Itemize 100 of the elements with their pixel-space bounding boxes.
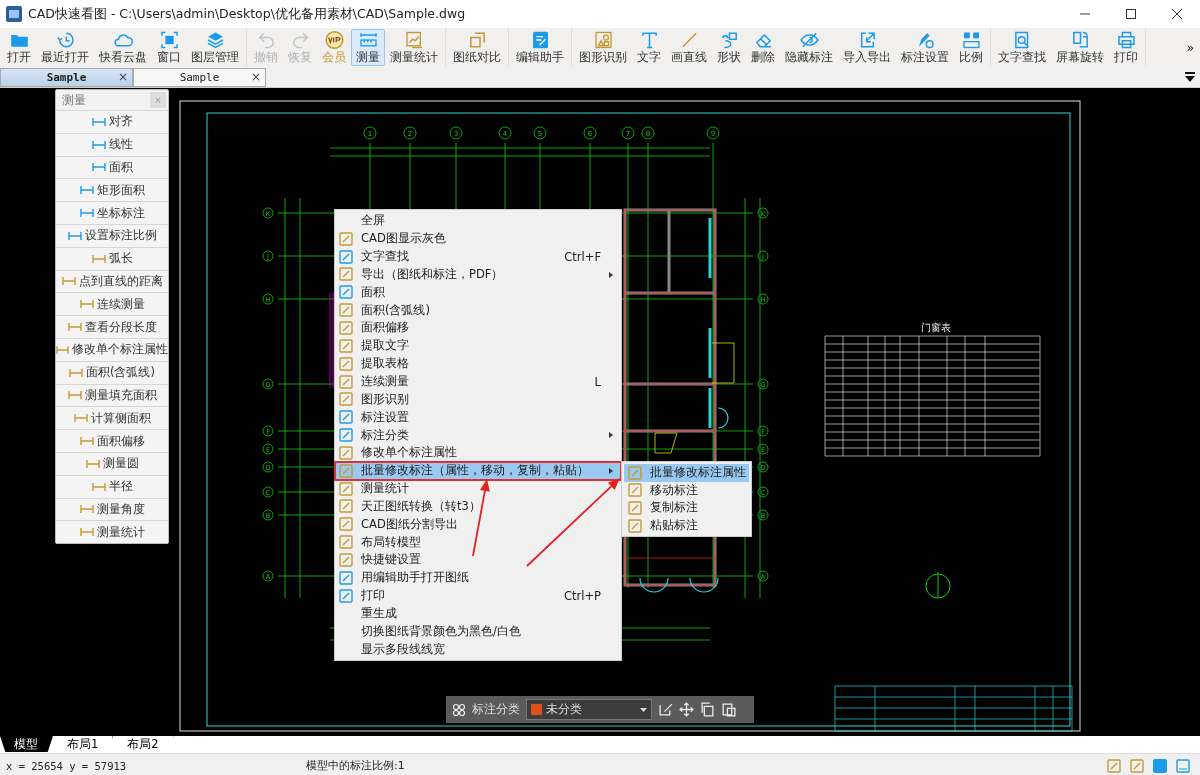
toolbar-button[interactable]: 导入导出 <box>838 29 896 66</box>
dimension-line-icon <box>79 298 94 311</box>
window-title: CAD快速看图 - C:\Users\admin\Desktop\优化备用素材\CAD\Sample.dwg <box>28 5 467 23</box>
toolbar-button[interactable]: 比例 <box>954 29 988 66</box>
menu-item[interactable]: CAD图显示灰色 <box>335 229 621 248</box>
measure-tool-button[interactable]: 测量统计 <box>56 520 168 544</box>
category-dropdown[interactable]: 未分类 <box>526 699 652 720</box>
dimension-line-icon <box>79 435 94 448</box>
menu-item[interactable]: 连续测量 L <box>335 372 621 391</box>
menu-item[interactable]: 面积(含弧线) <box>335 301 621 320</box>
menu-item[interactable]: 全屏 <box>335 212 621 230</box>
menu-item[interactable]: 提取表格 <box>335 354 621 373</box>
tab-close-button[interactable]: × <box>117 70 128 84</box>
menu-item[interactable]: 批量修改标注属性 <box>624 464 749 482</box>
framed-square-icon <box>339 285 353 300</box>
menu-item[interactable]: 粘贴标注 <box>624 516 749 535</box>
framed-square-icon <box>339 517 353 532</box>
dimension-line-icon <box>91 138 106 151</box>
menu-item[interactable]: 快捷键设置 <box>335 551 621 569</box>
framed-square-icon <box>339 463 353 478</box>
cursor-coordinates: x = 25654 y = 57913 <box>5 759 128 772</box>
framed-square-icon <box>339 267 353 282</box>
menu-item[interactable]: CAD图纸分割导出 <box>335 515 621 534</box>
toolbar-button[interactable]: 打印 <box>1109 29 1143 66</box>
panel-title: 测量 <box>62 92 86 108</box>
shapes-icon <box>592 30 614 50</box>
menu-item[interactable]: 切换图纸背景颜色为黑色/白色 <box>335 622 621 641</box>
toolbar-button[interactable]: 文字 <box>632 29 666 66</box>
ruler-icon <box>357 30 379 50</box>
framed-square-icon <box>339 535 353 550</box>
toolbar-button[interactable]: 画直线 <box>666 29 712 66</box>
toolbar-button[interactable]: 形状 <box>712 29 746 66</box>
framed-square-icon <box>339 410 353 425</box>
framed-square-icon <box>339 231 353 246</box>
maximize-icon[interactable] <box>1125 8 1137 20</box>
dimension-line-icon <box>67 389 82 402</box>
close-icon[interactable] <box>1171 8 1183 20</box>
dimension-line-icon <box>79 184 94 197</box>
menu-item[interactable]: 重生成 <box>335 604 621 623</box>
menu-item[interactable]: 批量修改标注（属性，移动，复制，粘贴） <box>335 461 621 480</box>
menu-item[interactable]: 天正图纸转换（转t3） <box>335 497 621 516</box>
toolbar-button[interactable]: 屏幕旋转 <box>1051 29 1109 66</box>
menu-item[interactable]: 显示多段线线宽 <box>335 640 621 659</box>
framed-square-icon <box>339 392 353 407</box>
toolbar-button[interactable]: 快看云盘 <box>94 29 152 66</box>
menu-item[interactable]: 面积偏移 <box>335 319 621 337</box>
toolbar-button[interactable]: 图形识别 <box>574 29 632 66</box>
dimension-line-icon <box>69 366 83 379</box>
toolbar-button[interactable]: 窗口 <box>152 29 186 66</box>
toolbar-button[interactable]: 删除 <box>746 29 780 66</box>
menu-item[interactable]: 导出（图纸和标注，PDF） <box>335 265 621 284</box>
document-tab[interactable]: Sample × <box>133 68 266 87</box>
more-tools-button[interactable]: » <box>1180 40 1200 55</box>
menu-item[interactable]: 标注分类 <box>335 426 621 444</box>
menu-item[interactable]: 图形识别 <box>335 390 621 409</box>
dimension-line-icon <box>91 480 106 493</box>
menu-item[interactable]: 面积 <box>335 283 621 302</box>
menu-item[interactable]: 提取文字 <box>335 336 621 355</box>
dimension-line-icon <box>67 229 82 242</box>
dimension-line-icon <box>79 503 94 516</box>
copy-icon[interactable] <box>700 702 715 717</box>
toolbar-button[interactable]: 文字查找 <box>993 29 1051 66</box>
framed-square-icon <box>628 501 642 515</box>
toolbar-button[interactable]: 编辑助手 <box>511 29 569 66</box>
grid-icon[interactable] <box>452 702 466 717</box>
framed-square-icon <box>339 428 353 443</box>
menu-item[interactable]: 测量统计 <box>335 479 621 498</box>
dimension-line-icon <box>56 343 69 356</box>
chart-icon <box>403 30 425 50</box>
eye-icon <box>798 30 820 50</box>
menu-item[interactable]: 复制标注 <box>624 499 749 517</box>
layout-tab[interactable]: 模型 <box>0 736 53 752</box>
toolbar-button[interactable]: 测量统计 <box>385 29 443 66</box>
framed-square-icon <box>339 321 353 335</box>
menu-item[interactable]: 打印 Ctrl+P <box>335 586 621 605</box>
document-tab[interactable]: Sample × <box>0 68 133 87</box>
toolbar-button[interactable]: 图纸对比 <box>448 29 506 66</box>
toolbar-button[interactable]: 打开 <box>2 29 36 66</box>
document-icon <box>1107 758 1121 773</box>
framed-square-icon <box>628 483 642 498</box>
edit-icon[interactable] <box>658 702 673 717</box>
menu-item[interactable]: 修改单个标注属性 <box>335 443 621 462</box>
tile-icon[interactable] <box>1153 758 1167 773</box>
menu-item[interactable]: 标注设置 <box>335 408 621 427</box>
menu-item[interactable]: 布局转模型 <box>335 533 621 552</box>
framed-square-icon <box>339 249 353 264</box>
framed-square-icon <box>628 518 642 533</box>
menu-item[interactable]: 移动标注 <box>624 481 749 500</box>
toolbar-button[interactable]: 标注设置 <box>896 29 954 66</box>
paste-icon[interactable] <box>721 702 736 717</box>
menu-item[interactable]: 文字查找 Ctrl+F <box>335 247 621 266</box>
menu-item[interactable]: 用编辑助手打开图纸 <box>335 568 621 587</box>
tab-close-button[interactable]: × <box>250 70 261 84</box>
toolbar-button[interactable]: 隐藏标注 <box>780 29 838 66</box>
move-icon[interactable] <box>679 702 694 717</box>
framed-square-icon <box>628 465 642 480</box>
toolbar-button[interactable]: 图层管理 <box>186 29 244 66</box>
toolbar-button[interactable]: 测量 <box>351 29 385 66</box>
toolbar-button[interactable]: 最近打开 <box>36 29 94 66</box>
tab-list-icon[interactable] <box>1184 71 1196 83</box>
